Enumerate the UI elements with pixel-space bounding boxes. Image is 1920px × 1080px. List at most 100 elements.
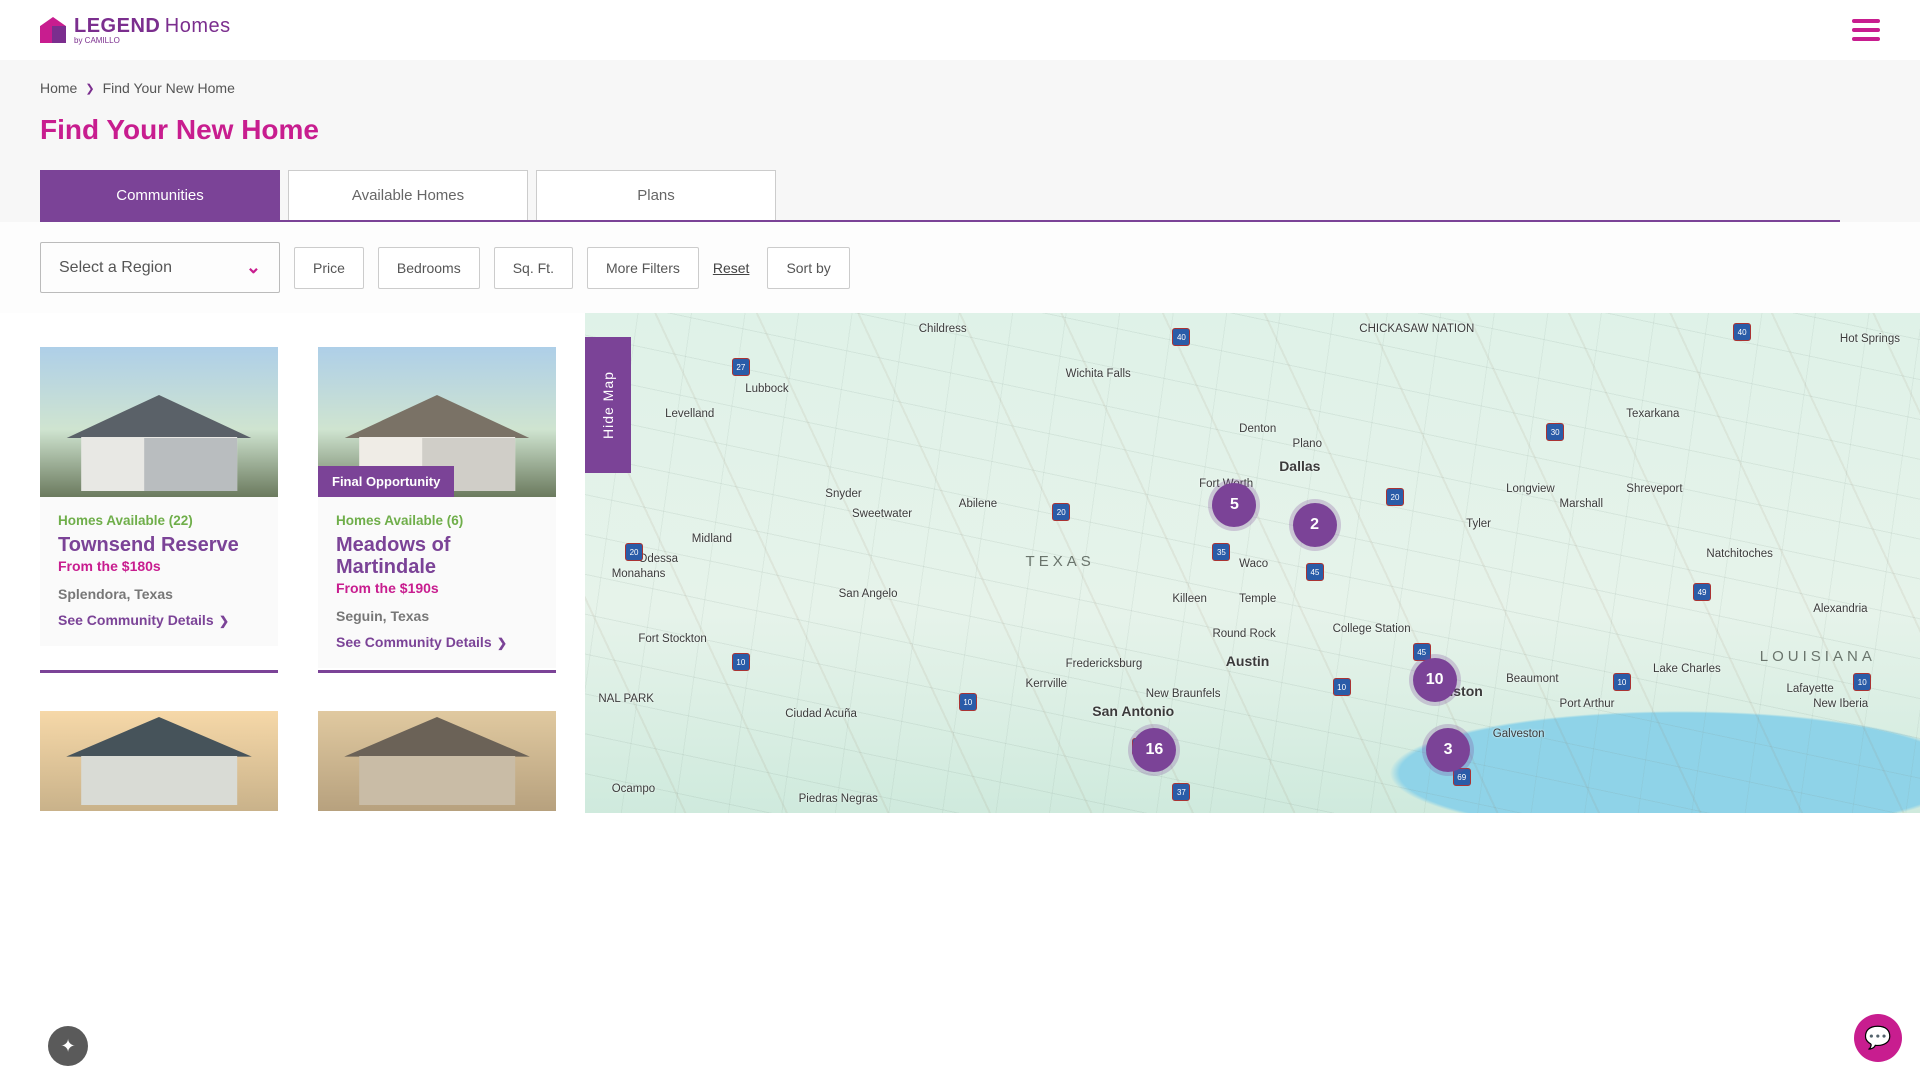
- city-label: Port Arthur: [1560, 698, 1615, 710]
- map-cluster-marker[interactable]: 16: [1132, 728, 1176, 772]
- map-cluster-marker[interactable]: 5: [1212, 483, 1256, 527]
- brand-logo[interactable]: LEGEND Homes by CAMILLO: [40, 15, 231, 45]
- map-canvas[interactable]: TEXASLOUISIANADallasAustinHoustonSan Ant…: [585, 313, 1920, 813]
- city-label: San Antonio: [1092, 703, 1174, 719]
- city-label: New Iberia: [1813, 698, 1868, 710]
- community-photo: [40, 711, 278, 811]
- city-label: Kerrville: [1026, 678, 1068, 690]
- community-location: Splendora, Texas: [58, 586, 260, 602]
- breadcrumb-current: Find Your New Home: [103, 80, 235, 96]
- see-details-link[interactable]: See Community Details ❯: [336, 634, 538, 650]
- chevron-right-icon: ❯: [494, 636, 507, 650]
- community-card[interactable]: Homes Available (22) Townsend Reserve Fr…: [40, 347, 278, 673]
- city-label: Sweetwater: [852, 508, 912, 520]
- community-card[interactable]: Final Opportunity Homes Available (6) Me…: [318, 347, 556, 673]
- city-label: Odessa: [638, 553, 678, 565]
- state-label: LOUISIANA: [1760, 648, 1876, 665]
- brand-sub: Homes: [165, 15, 231, 37]
- city-label: Round Rock: [1212, 628, 1275, 640]
- city-label: Marshall: [1560, 498, 1603, 510]
- price-line: From the $190s: [336, 580, 538, 596]
- filter-sqft[interactable]: Sq. Ft.: [494, 247, 573, 289]
- city-label: Hot Springs: [1840, 333, 1900, 345]
- city-label: Snyder: [825, 488, 861, 500]
- tab-communities[interactable]: Communities: [40, 170, 280, 220]
- community-photo: [40, 347, 278, 497]
- city-label: San Angelo: [839, 588, 898, 600]
- city-label: Childress: [919, 323, 967, 335]
- brand-byline: by CAMILLO: [74, 36, 231, 45]
- region-select[interactable]: Select a Region ⌄: [40, 242, 280, 293]
- filter-price[interactable]: Price: [294, 247, 364, 289]
- community-name: Townsend Reserve: [58, 534, 260, 556]
- map-panel: TEXASLOUISIANADallasAustinHoustonSan Ant…: [585, 313, 1920, 813]
- highway-shield-icon: 20: [1052, 503, 1070, 521]
- city-label: Midland: [692, 533, 732, 545]
- highway-shield-icon: 20: [1386, 488, 1404, 506]
- highway-shield-icon: 35: [1212, 543, 1230, 561]
- price-line: From the $180s: [58, 558, 260, 574]
- filter-reset[interactable]: Reset: [713, 260, 750, 276]
- city-label: Longview: [1506, 483, 1555, 495]
- map-cluster-marker[interactable]: 3: [1426, 728, 1470, 772]
- city-label: Waco: [1239, 558, 1268, 570]
- page-top: Home ❯ Find Your New Home Find Your New …: [0, 60, 1920, 222]
- highway-shield-icon: 37: [1172, 783, 1190, 801]
- chevron-right-icon: ❯: [85, 82, 94, 95]
- city-label: Fredericksburg: [1066, 658, 1143, 670]
- highway-shield-icon: 45: [1306, 563, 1324, 581]
- breadcrumb-home[interactable]: Home: [40, 80, 77, 96]
- brand-main: LEGEND: [74, 15, 160, 37]
- filter-more[interactable]: More Filters: [587, 247, 699, 289]
- city-label: Lake Charles: [1653, 663, 1721, 675]
- city-label: College Station: [1333, 623, 1411, 635]
- region-placeholder: Select a Region: [59, 259, 172, 277]
- highway-shield-icon: 30: [1546, 423, 1564, 441]
- city-label: New Braunfels: [1146, 688, 1221, 700]
- city-label: Piedras Negras: [799, 793, 878, 805]
- house-icon: [40, 17, 66, 43]
- hamburger-icon[interactable]: [1852, 19, 1880, 41]
- highway-shield-icon: 27: [732, 358, 750, 376]
- see-details-link[interactable]: See Community Details ❯: [58, 612, 260, 628]
- map-cluster-marker[interactable]: 2: [1293, 503, 1337, 547]
- site-header: LEGEND Homes by CAMILLO: [0, 0, 1920, 60]
- accessibility-icon[interactable]: ✦: [48, 1026, 88, 1066]
- highway-shield-icon: 10: [1333, 678, 1351, 696]
- chat-icon[interactable]: 💬: [1854, 1014, 1902, 1062]
- city-label: Abilene: [959, 498, 997, 510]
- community-location: Seguin, Texas: [336, 608, 538, 624]
- city-label: Lubbock: [745, 383, 788, 395]
- city-label: Temple: [1239, 593, 1276, 605]
- city-label: Ciudad Acuña: [785, 708, 857, 720]
- community-photo: [318, 711, 556, 811]
- tab-available-homes[interactable]: Available Homes: [288, 170, 528, 220]
- main-split: Homes Available (22) Townsend Reserve Fr…: [0, 313, 1920, 813]
- sort-by[interactable]: Sort by: [767, 247, 849, 289]
- city-label: Natchitoches: [1706, 548, 1772, 560]
- city-label: Wichita Falls: [1066, 368, 1131, 380]
- hide-map-toggle[interactable]: Hide Map: [585, 337, 631, 473]
- city-label: Beaumont: [1506, 673, 1558, 685]
- community-card[interactable]: [40, 711, 278, 813]
- city-label: Galveston: [1493, 728, 1545, 740]
- city-label: Lafayette: [1787, 683, 1834, 695]
- city-label: Texarkana: [1626, 408, 1679, 420]
- community-card[interactable]: [318, 711, 556, 813]
- city-label: Fort Stockton: [638, 633, 706, 645]
- tab-bar: Communities Available Homes Plans: [40, 170, 1880, 220]
- homes-available-badge: Homes Available (22): [58, 513, 260, 528]
- community-name: Meadows of Martindale: [336, 534, 538, 578]
- city-label: Tyler: [1466, 518, 1491, 530]
- homes-available-badge: Homes Available (6): [336, 513, 538, 528]
- city-label: Monahans: [612, 568, 666, 580]
- map-cluster-marker[interactable]: 10: [1413, 658, 1457, 702]
- highway-shield-icon: 40: [1733, 323, 1751, 341]
- city-label: Levelland: [665, 408, 714, 420]
- listings-grid: Homes Available (22) Townsend Reserve Fr…: [0, 313, 585, 813]
- tab-plans[interactable]: Plans: [536, 170, 776, 220]
- city-label: NAL PARK: [598, 693, 654, 705]
- city-label: Plano: [1293, 438, 1322, 450]
- filter-bedrooms[interactable]: Bedrooms: [378, 247, 480, 289]
- city-label: Denton: [1239, 423, 1276, 435]
